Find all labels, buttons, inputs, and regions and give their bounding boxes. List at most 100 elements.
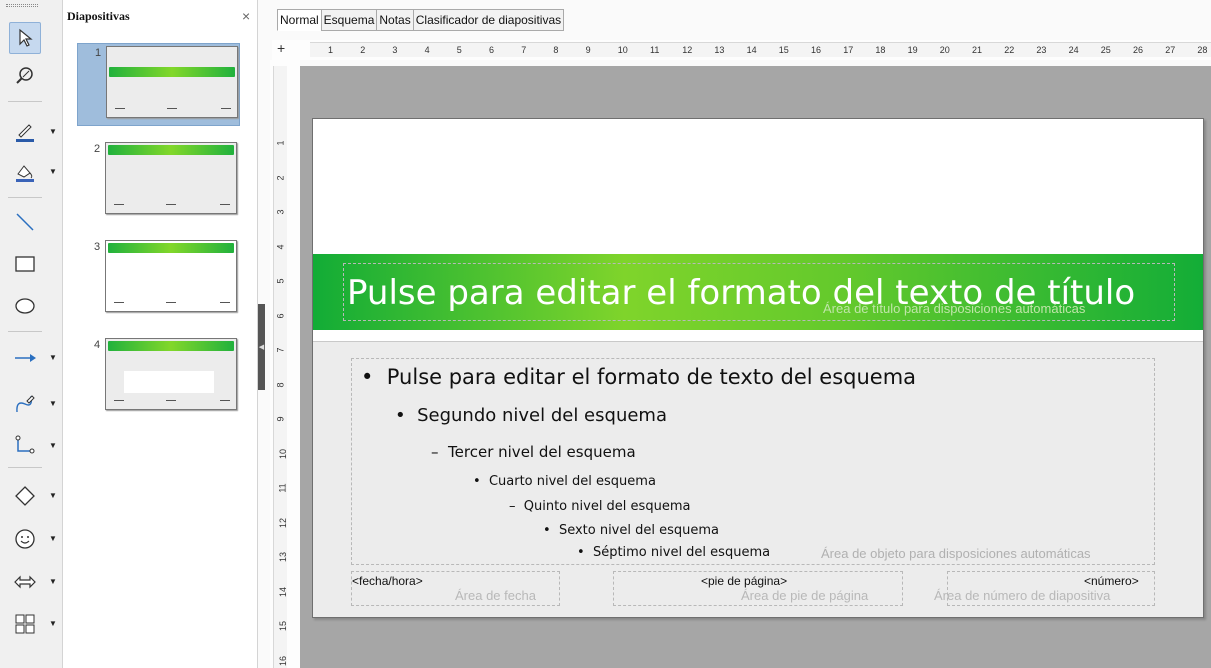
ruler-tick-label: 27 [1165,45,1176,55]
collapse-pane-handle[interactable]: ◀ [258,304,265,390]
chevron-down-icon[interactable]: ▼ [48,127,58,137]
chevron-down-icon[interactable]: ▼ [48,167,58,177]
thumbnail-title-band [108,243,234,253]
ruler-tick-label: 14 [278,586,289,597]
thumbnail-footer-mark [114,400,124,401]
ruler-tick-label: 11 [650,45,660,55]
thumbnail-footer-mark [114,302,124,303]
outline-bullet: • [543,523,551,538]
curve-icon[interactable] [9,388,41,420]
outline-level-2[interactable]: Segundo nivel del esquema [417,405,667,426]
chevron-down-icon[interactable]: ▼ [48,534,58,544]
tab-normal[interactable]: Normal [277,9,322,31]
block-arrows-icon[interactable] [9,566,41,598]
tab-notes[interactable]: Notas [376,9,414,31]
thumbnail-preview [106,46,238,118]
ruler-tick-label: 10 [617,45,628,55]
chevron-left-icon: ◀ [258,344,265,351]
outline-bullet: • [361,365,374,389]
outline-level-3[interactable]: Tercer nivel del esquema [448,443,636,461]
close-icon[interactable]: × [242,8,250,24]
number-placeholder-hint: Área de número de diapositiva [934,588,1111,603]
ruler-tick-label: 2 [360,45,366,55]
symbol-shapes-icon[interactable] [9,523,41,555]
ruler-tick-label: 18 [875,45,886,55]
slide-number: 3 [94,241,101,253]
thumbnail-preview [105,240,237,312]
ruler-tick-label: 13 [714,45,725,55]
rectangle-icon[interactable] [9,248,41,280]
toolbar-grip[interactable] [6,4,38,7]
number-field-tag: <número> [1084,574,1139,588]
flowchart-icon[interactable] [9,608,41,640]
thumbnail-footer-mark [166,302,176,303]
slide-pane: Diapositivas × 1 2 3 4 [63,0,258,668]
outline-level-6[interactable]: Sexto nivel del esquema [559,523,719,538]
arrow-line-icon[interactable] [9,342,41,374]
thumbnail-footer-mark [166,400,176,401]
thumbnail-footer-mark [220,302,230,303]
tab-outline[interactable]: Esquema [320,9,378,31]
slide-thumbnail-4[interactable]: 4 [77,336,240,419]
tab-slide-sorter[interactable]: Clasificador de diapositivas [412,9,565,31]
thumbnail-footer-mark [167,108,177,109]
thumbnail-footer-mark [221,108,231,109]
slide-pane-title: Diapositivas [67,9,130,23]
toolbar-separator [8,197,42,198]
ruler-tick-label: 12 [682,45,693,55]
ruler-tick-label: 26 [1133,45,1144,55]
ruler-tick-label: 21 [972,45,983,55]
ruler-tick-label: 5 [275,278,286,284]
zoom-icon[interactable] [9,60,41,92]
ruler-tick-label: 15 [278,620,289,632]
fill-color-icon[interactable] [9,156,41,188]
ruler-tick-label: 1 [275,140,286,146]
ruler-tick-label: 16 [811,45,822,55]
outline-placeholder[interactable] [351,358,1155,565]
chevron-down-icon[interactable]: ▼ [48,577,58,587]
outline-dash: – [509,499,516,514]
ruler-tick-label: 7 [275,347,286,353]
ruler-tick-label: 4 [424,45,430,55]
slide-top-area [313,119,1203,254]
outline-level-7[interactable]: Séptimo nivel del esquema [593,545,770,560]
ruler-tick-label: 22 [1004,45,1015,55]
date-field-tag: <fecha/hora> [352,574,423,588]
ruler-tick-label: 15 [778,45,789,55]
line-color-icon[interactable] [9,116,41,148]
ruler-tick-label: 2 [275,174,286,181]
chevron-down-icon[interactable]: ▼ [48,441,58,451]
ruler-tick-label: 28 [1197,45,1208,55]
ellipse-icon[interactable] [9,290,41,322]
outline-level-4[interactable]: Cuarto nivel del esquema [489,474,656,489]
outline-dash: – [431,443,439,461]
line-icon[interactable] [9,206,41,238]
connector-icon[interactable] [9,430,41,462]
thumbnail-title-band [109,67,235,77]
slide-thumbnail-3[interactable]: 3 [77,238,240,321]
slide-number: 4 [94,339,101,351]
ruler-tick-label: 8 [553,45,559,55]
ruler-tick-label: 14 [746,45,757,55]
slide-thumbnail-2[interactable]: 2 [77,140,240,223]
basic-shapes-icon[interactable] [9,480,41,512]
ruler-scale: 1234567891011121314151617 [273,66,289,668]
chevron-down-icon[interactable]: ▼ [48,619,58,629]
ruler-tick-label: 12 [278,517,289,528]
slide-thumbnail-1[interactable]: 1 [77,43,240,126]
chevron-down-icon[interactable]: ▼ [48,491,58,501]
chevron-down-icon[interactable]: ▼ [48,353,58,363]
thumbnail-preview [105,142,237,214]
select-icon[interactable] [9,22,41,54]
ruler-tick-label: 6 [489,45,495,55]
chevron-down-icon[interactable]: ▼ [48,399,58,409]
footer-field-tag: <pie de página> [701,574,788,588]
outline-level-5[interactable]: Quinto nivel del esquema [524,499,691,514]
ruler-tick-label: 5 [456,45,462,55]
vertical-ruler[interactable]: 1234567891011121314151617 [270,60,300,668]
outline-level-1[interactable]: Pulse para editar el formato de texto de… [387,365,916,389]
ruler-tick-label: 8 [275,381,286,388]
horizontal-ruler[interactable]: + 1 2 3 4 5 6 7 8 9 10 11 12 13 14 15 16 17 18 19 20 21 22 23 2… [272,40,1211,60]
thumbnail-footer-mark [166,204,176,205]
footer-placeholder-hint: Área de pie de página [741,588,869,603]
